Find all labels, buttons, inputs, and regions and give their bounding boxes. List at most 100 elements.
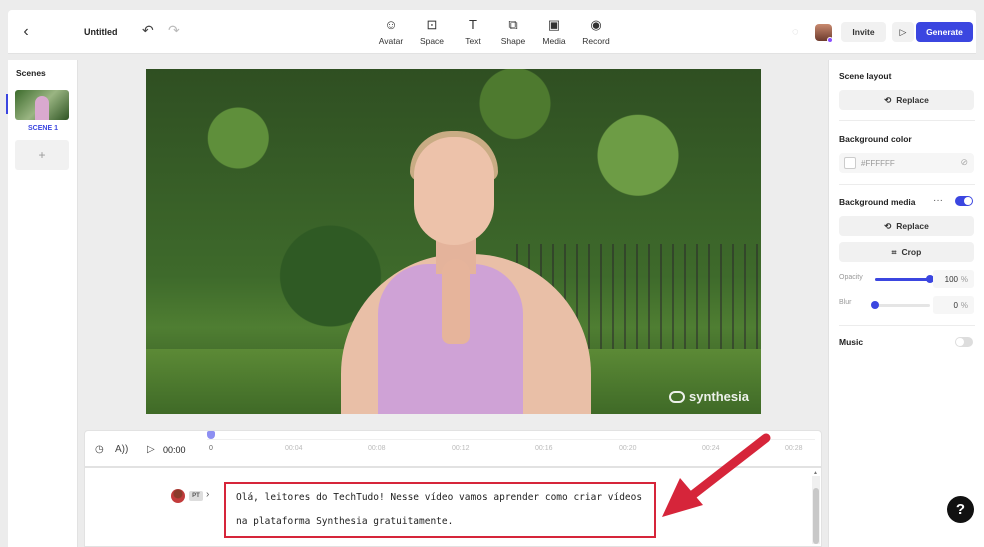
space-tool-label: Space	[419, 36, 445, 46]
crop-label: Crop	[901, 247, 922, 257]
preview-play-button[interactable]: ▷	[892, 22, 914, 42]
media-tool-button[interactable]: ▣ Media	[534, 16, 574, 46]
add-scene-button[interactable]: +	[15, 140, 69, 170]
replace-media-button[interactable]: ⟲ Replace	[839, 216, 974, 236]
synthesia-watermark: synthesia	[669, 389, 749, 404]
invite-button[interactable]: Invite	[841, 22, 886, 42]
crop-button[interactable]: ⌗ Crop	[839, 242, 974, 262]
background-media-toggle[interactable]	[955, 196, 973, 206]
avatar-tool-label: Avatar	[378, 36, 404, 46]
opacity-input[interactable]: 100 %	[933, 270, 974, 288]
user-status-dot	[827, 37, 833, 43]
top-toolbar: ‹ Untitled ↶ ↷ ☺ Avatar ⊡ Space T Text ⧉…	[8, 10, 976, 54]
watermark-text: synthesia	[689, 389, 749, 404]
script-line-1: Olá, leitores do TechTudo! Nesse vídeo v…	[236, 492, 643, 503]
scenes-title: Scenes	[16, 68, 46, 78]
script-line-2: na plataforma Synthesia gratuitamente.	[236, 516, 454, 527]
opacity-label: Opacity	[839, 274, 863, 281]
background-color-title: Background color	[839, 134, 912, 144]
shape-tool-button[interactable]: ⧉ Shape	[493, 16, 533, 46]
timeline-track[interactable]	[207, 439, 815, 440]
shape-tool-label: Shape	[500, 36, 526, 46]
project-title[interactable]: Untitled	[84, 27, 118, 37]
timeline-tick: 00:28	[785, 445, 803, 452]
timeline-tick: 00:16	[535, 445, 553, 452]
generate-button[interactable]: Generate	[916, 22, 973, 42]
music-title: Music	[839, 337, 864, 347]
clock-icon[interactable]: ◷	[95, 444, 104, 455]
scene-label: SCENE 1	[28, 125, 58, 132]
replace-layout-button[interactable]: ⟲ Replace	[839, 90, 974, 110]
redo-icon[interactable]: ↷	[168, 22, 180, 39]
synthesia-logo-icon	[669, 390, 686, 403]
replace-media-label: Replace	[896, 221, 929, 231]
back-arrow-icon[interactable]: ‹	[16, 22, 36, 42]
color-value: #FFFFFF	[861, 159, 895, 168]
opacity-unit: %	[960, 275, 968, 284]
timeline-tick: 00:24	[702, 445, 720, 452]
text-tool-button[interactable]: T Text	[453, 16, 493, 46]
undo-icon[interactable]: ↶	[142, 22, 154, 39]
space-icon: ⊡	[426, 17, 438, 32]
crop-icon: ⌗	[891, 246, 897, 257]
help-button[interactable]: ?	[947, 496, 974, 523]
divider	[839, 184, 975, 185]
timeline-tick: 00:04	[285, 445, 303, 452]
record-tool-button[interactable]: ◉ Record	[576, 16, 616, 46]
blur-slider-knob[interactable]	[871, 301, 879, 309]
eye-off-icon[interactable]: ⊘	[960, 157, 968, 168]
divider	[839, 120, 975, 121]
background-color-field[interactable]: #FFFFFF ⊘	[839, 153, 974, 173]
text-icon: T	[469, 17, 477, 32]
timeline-tick: 00:12	[452, 445, 470, 452]
script-scrollbar[interactable]	[812, 476, 820, 544]
blur-unit: %	[960, 301, 968, 310]
avatar-hands	[442, 259, 470, 344]
text-tool-label: Text	[465, 36, 481, 46]
chevron-right-icon[interactable]: ›	[206, 489, 209, 500]
playhead-handle[interactable]	[207, 431, 215, 439]
blur-value: 0	[953, 301, 958, 310]
timeline-play-icon[interactable]: ▷	[147, 444, 155, 455]
script-text-area[interactable]: Olá, leitores do TechTudo! Nesse vídeo v…	[224, 482, 656, 538]
record-tool-label: Record	[582, 36, 610, 46]
opacity-slider-fill	[875, 278, 930, 281]
properties-panel: Scene layout ⟲ Replace Background color …	[828, 60, 984, 547]
media-tool-label: Media	[542, 36, 566, 46]
background-media-title: Background media	[839, 197, 916, 207]
replace-icon: ⟲	[884, 220, 892, 231]
scene-thumbnail[interactable]	[15, 90, 69, 120]
language-badge[interactable]: PT	[189, 491, 203, 501]
timeline-tick: 00:08	[368, 445, 386, 452]
sync-status-icon: ◌	[792, 26, 799, 38]
timeline-tick: 0	[209, 445, 213, 452]
voice-icon[interactable]: A))	[115, 444, 128, 455]
replace-layout-label: Replace	[896, 95, 929, 105]
video-preview[interactable]: synthesia	[146, 69, 761, 414]
avatar-face	[414, 137, 494, 245]
color-swatch[interactable]	[844, 157, 856, 169]
blur-label: Blur	[839, 299, 852, 306]
divider	[839, 325, 975, 326]
play-icon: ▷	[899, 26, 907, 37]
script-avatar[interactable]	[171, 489, 185, 503]
blur-input[interactable]: 0 %	[933, 296, 974, 314]
avatar-tool-button[interactable]: ☺ Avatar	[371, 16, 411, 46]
more-options-icon[interactable]: ···	[933, 195, 943, 206]
scenes-sidebar: Scenes SCENE 1 +	[6, 60, 78, 547]
avatar-icon: ☺	[384, 17, 398, 32]
opacity-slider[interactable]	[875, 275, 934, 283]
scene-layout-title: Scene layout	[839, 71, 892, 81]
timeline-tick: 00:20	[619, 445, 637, 452]
menu-icon[interactable]	[60, 23, 76, 39]
opacity-value: 100	[944, 275, 958, 284]
blur-slider[interactable]	[871, 301, 930, 309]
current-time: 00:00	[163, 445, 186, 455]
replace-icon: ⟲	[884, 94, 892, 105]
shape-icon: ⧉	[508, 17, 518, 32]
space-tool-button[interactable]: ⊡ Space	[412, 16, 452, 46]
script-editor: PT › Olá, leitores do TechTudo! Nesse ví…	[84, 467, 822, 547]
timeline-bar: ◷ A)) ▷ 00:00 0 00:04 00:08 00:12 00:16 …	[84, 430, 822, 467]
record-icon: ◉	[590, 17, 602, 32]
music-toggle[interactable]	[955, 337, 973, 347]
